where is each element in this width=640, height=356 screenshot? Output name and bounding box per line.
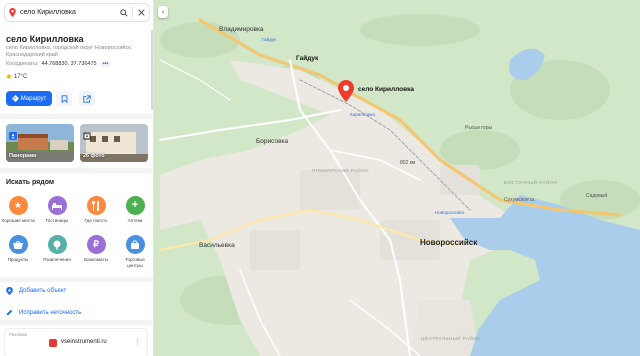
category-label: Гостиницы bbox=[45, 218, 69, 223]
map-label-primorsky: ПРИМОРСКИЙ РАЙОН bbox=[312, 168, 369, 173]
share-icon bbox=[83, 94, 91, 103]
category-atm[interactable]: ₽ Банкоматы bbox=[79, 235, 113, 263]
advertiser-logo bbox=[49, 339, 57, 347]
map-label-gora: Рысьи горы bbox=[465, 125, 493, 131]
map-label-borisovka: Борисовка bbox=[256, 138, 289, 145]
category-label: Где поесть bbox=[84, 218, 108, 223]
map-label-sadovy: Садовый bbox=[586, 193, 608, 199]
category-malls[interactable]: Торговые центры bbox=[118, 235, 152, 268]
panorama-tile[interactable]: Панорама bbox=[6, 124, 74, 162]
tree-icon bbox=[47, 235, 67, 254]
category-food[interactable]: Где поесть bbox=[79, 196, 113, 224]
bed-icon bbox=[47, 196, 67, 215]
ad-card[interactable]: Реклама vseinstrumenti.ru ⋮ bbox=[4, 328, 148, 356]
location-pin-icon bbox=[338, 80, 354, 102]
category-label: Продукты bbox=[7, 257, 29, 262]
bookmark-icon bbox=[61, 94, 67, 103]
sun-icon: ✹ bbox=[6, 74, 12, 81]
panorama-label: Панорама bbox=[9, 153, 37, 159]
category-good-places[interactable]: ★ Хорошие места bbox=[1, 196, 35, 224]
weather-temp: 17°C bbox=[13, 74, 28, 80]
panorama-icon bbox=[9, 127, 17, 145]
map-marker-label: село Кирилловка bbox=[358, 86, 414, 93]
ruble-icon: ₽ bbox=[86, 235, 106, 254]
search-box[interactable]: село Кирилловка bbox=[4, 3, 150, 22]
ad-tag: Реклама bbox=[9, 332, 28, 337]
fix-error-link[interactable]: Исправить неточность bbox=[6, 309, 81, 316]
photos-count: 26 фото bbox=[83, 153, 105, 159]
basket-icon bbox=[8, 235, 28, 254]
add-object-label: Добавить объект bbox=[19, 288, 67, 294]
weather: ✹ 17°C bbox=[6, 73, 27, 81]
map-label-vladimirovka: Владимировка bbox=[219, 26, 264, 33]
category-hotels[interactable]: Гостиницы bbox=[40, 196, 74, 224]
map-label-novorossiysk-station: Новороссийск bbox=[435, 210, 465, 215]
map-label-vasilevka: Васильевка bbox=[199, 242, 235, 249]
place-address: село Кирилловка, городской округ Новорос… bbox=[6, 45, 133, 58]
sidebar-panel: село Кирилловка село Кирилловка село Кир… bbox=[0, 0, 154, 356]
category-groceries[interactable]: Продукты bbox=[1, 235, 35, 263]
map-label-kirillovka-station: Кирилловка bbox=[350, 112, 375, 117]
section-divider bbox=[0, 320, 153, 325]
plus-icon: + bbox=[125, 196, 145, 215]
category-pharmacy[interactable]: + Аптеки bbox=[118, 196, 152, 224]
add-object-link[interactable]: Добавить объект bbox=[6, 287, 66, 295]
search-input[interactable]: село Кирилловка bbox=[19, 9, 116, 16]
category-label: Банкоматы bbox=[84, 257, 108, 262]
section-divider bbox=[0, 168, 153, 173]
category-label: Торговые центры bbox=[125, 257, 145, 268]
coords-label: Координаты: bbox=[6, 61, 39, 67]
shopping-bag-icon bbox=[125, 235, 145, 254]
star-icon: ★ bbox=[8, 196, 28, 215]
pencil-icon bbox=[6, 309, 13, 316]
camera-icon bbox=[83, 127, 91, 145]
add-location-icon bbox=[6, 287, 13, 295]
category-label: Хорошие места bbox=[1, 218, 35, 223]
category-label: Аптеки bbox=[127, 218, 143, 223]
fork-knife-icon bbox=[86, 196, 106, 215]
map-marker[interactable] bbox=[338, 80, 354, 102]
place-title: село Кирилловка bbox=[6, 34, 84, 44]
fix-error-label: Исправить неточность bbox=[19, 309, 82, 316]
bookmark-button[interactable] bbox=[56, 91, 72, 106]
map-label-novorossiysk: Новороссийск bbox=[420, 238, 478, 247]
collapse-panel-button[interactable]: ‹ bbox=[158, 6, 168, 18]
scrollbar[interactable] bbox=[151, 30, 153, 110]
photos-tile[interactable]: 26 фото bbox=[80, 124, 148, 162]
nearby-heading: Искать рядом bbox=[6, 179, 55, 186]
map-label-km: 802 км bbox=[400, 160, 416, 166]
route-button-label: Маршрут bbox=[20, 95, 47, 102]
more-options-icon[interactable]: ⋮ bbox=[134, 338, 141, 346]
location-pin-icon bbox=[5, 8, 19, 17]
map-label-gaiduk-station: Гайдук bbox=[262, 37, 277, 42]
close-icon[interactable] bbox=[133, 4, 149, 21]
route-button[interactable]: Маршрут bbox=[6, 91, 52, 106]
map-label-road-sukhumskoe: Сухумское ш. bbox=[504, 197, 536, 203]
coords-more-button[interactable]: ••• bbox=[99, 61, 112, 67]
category-entertainment[interactable]: Развлечения bbox=[40, 235, 74, 263]
search-icon[interactable] bbox=[116, 4, 132, 21]
section-divider bbox=[0, 277, 153, 282]
section-divider bbox=[0, 114, 153, 119]
place-coordinates: Координаты: 44.768830, 37.736475 ••• bbox=[6, 61, 112, 67]
map-label-vostochny: ВОСТОЧНЫЙ РАЙОН bbox=[504, 180, 558, 185]
category-label: Развлечения bbox=[43, 257, 71, 262]
share-button[interactable] bbox=[79, 91, 95, 106]
map-label-central: ЦЕНТРАЛЬНЫЙ РАЙОН bbox=[421, 336, 481, 341]
route-icon bbox=[11, 95, 19, 102]
coords-value[interactable]: 44.768830, 37.736475 bbox=[42, 61, 97, 67]
ad-site[interactable]: vseinstrumenti.ru bbox=[61, 339, 107, 345]
map-label-gaiduk: Гайдук bbox=[296, 55, 319, 62]
